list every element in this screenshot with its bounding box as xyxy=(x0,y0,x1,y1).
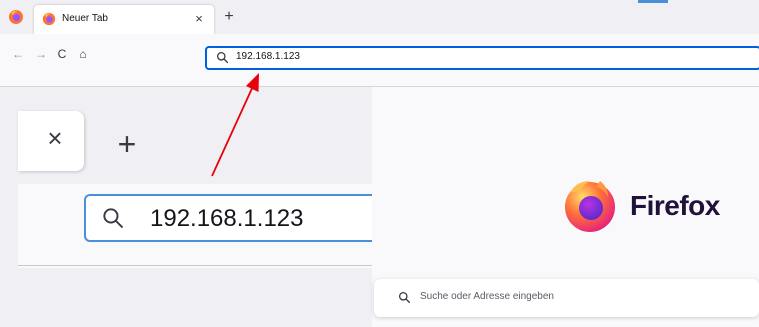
tab-close-icon[interactable]: × xyxy=(190,10,208,28)
firefox-favicon-icon xyxy=(42,12,56,26)
tab-neuer-tab[interactable]: Neuer Tab × xyxy=(34,5,214,34)
firefox-logo-icon xyxy=(565,181,615,232)
tab-title: Neuer Tab xyxy=(62,13,108,24)
back-button[interactable]: ← xyxy=(10,46,26,62)
zoom-address-bar: 192.168.1.123 xyxy=(84,194,374,242)
newtab-search-box[interactable]: Suche oder Adresse eingeben xyxy=(374,279,759,317)
forward-button[interactable]: → xyxy=(33,46,49,62)
zoom-search-icon xyxy=(103,208,123,228)
address-bar-text[interactable]: 192.168.1.123 xyxy=(236,51,300,62)
zoom-divider xyxy=(18,265,372,266)
zoom-inset: × + 192.168.1.123 xyxy=(0,87,374,327)
search-icon xyxy=(216,51,229,64)
tab-bar: Neuer Tab × + xyxy=(0,0,759,34)
window-accent-strip xyxy=(638,0,668,3)
firefox-wordmark: Firefox xyxy=(630,190,720,221)
new-tab-page: Firefox Suche oder Adresse eingeben xyxy=(372,87,759,327)
zoom-tab: × xyxy=(18,111,84,171)
reload-button[interactable]: C xyxy=(54,46,70,62)
address-bar[interactable]: 192.168.1.123 xyxy=(205,46,759,70)
firefox-icon[interactable] xyxy=(8,9,24,25)
zoom-tab-close-icon: × xyxy=(47,123,63,153)
zoom-address-text: 192.168.1.123 xyxy=(150,205,304,232)
search-icon xyxy=(398,291,411,304)
newtab-search-placeholder[interactable]: Suche oder Adresse eingeben xyxy=(420,291,554,302)
zoom-new-tab-icon: + xyxy=(117,126,137,162)
new-tab-button[interactable]: + xyxy=(220,8,238,26)
home-button[interactable]: ⌂ xyxy=(75,46,91,62)
